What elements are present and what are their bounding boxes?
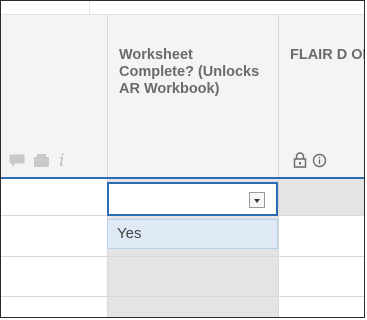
comment-icon[interactable] [9, 154, 25, 173]
dropdown-option-yes[interactable]: Yes [107, 219, 278, 249]
lock-icon [293, 152, 307, 173]
top-row [1, 1, 364, 15]
svg-text:i: i [59, 151, 64, 169]
table-row [1, 256, 364, 257]
chevron-down-icon[interactable] [249, 192, 265, 208]
column-header-worksheet-complete[interactable]: Worksheet Complete? (Unlocks AR Workbook… [119, 47, 271, 98]
column-header-row: i Worksheet Complete? (Unlocks AR Workbo… [1, 15, 364, 177]
spreadsheet-grid: i Worksheet Complete? (Unlocks AR Workbo… [0, 0, 365, 318]
info-circle-icon[interactable] [312, 153, 327, 173]
info-italic-icon[interactable]: i [57, 151, 67, 174]
flair-column-cell [278, 179, 364, 215]
table-row [1, 296, 364, 297]
worksheet-complete-select[interactable] [107, 182, 278, 216]
folder-icon[interactable] [34, 154, 49, 172]
column-header-flair[interactable]: FLAIR D OLO [290, 47, 364, 64]
